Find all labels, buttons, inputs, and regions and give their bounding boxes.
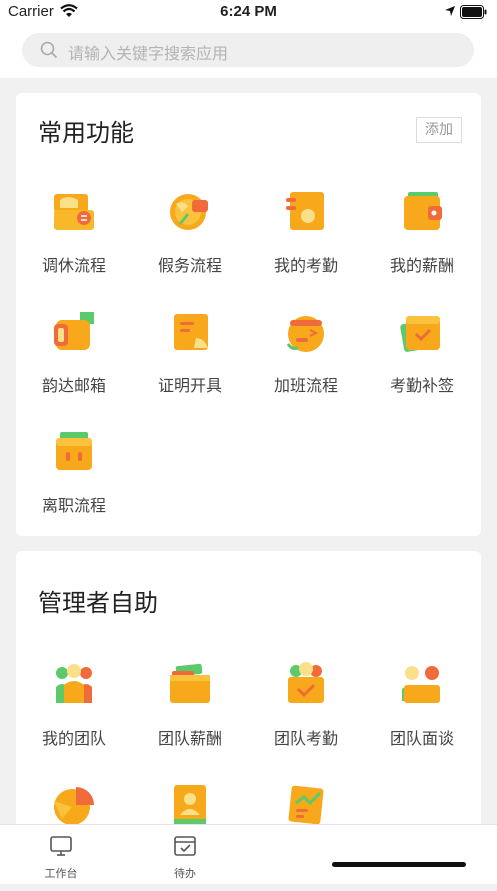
app-item-team-salary[interactable]: 团队薪酬	[132, 661, 248, 771]
salary-wallet-icon	[404, 192, 442, 230]
search-input[interactable]: 请输入关键字搜索应用	[22, 33, 474, 67]
app-label: 离职流程	[41, 496, 106, 515]
leave-exchange-icon	[54, 194, 94, 230]
app-label: 团队面谈	[389, 729, 454, 748]
tab-workbench[interactable]: 工作台	[26, 835, 96, 881]
report-chart-icon	[288, 785, 324, 825]
attendance-resign-icon	[400, 316, 440, 352]
resignation-icon	[56, 432, 92, 470]
app-label: 团队考勤	[273, 729, 338, 748]
home-indicator	[332, 862, 466, 867]
app-label: 团队薪酬	[157, 729, 222, 748]
tab-bar: 工作台 待办	[0, 824, 497, 884]
app-item-certificate[interactable]: 证明开具	[132, 308, 248, 418]
tab-todo[interactable]: 待办	[150, 835, 220, 881]
mailbox-icon	[54, 312, 94, 350]
section-title: 管理者自助	[38, 589, 158, 617]
tab-label: 待办	[174, 867, 196, 880]
app-item-attendance-resign[interactable]: 考勤补签	[364, 308, 480, 418]
clock: 6:24 PM	[220, 3, 277, 20]
app-item-overtime[interactable]: 加班流程	[248, 308, 364, 418]
team-icon	[56, 664, 92, 703]
overtime-icon	[286, 316, 324, 352]
search-placeholder: 请输入关键字搜索应用	[68, 44, 229, 63]
team-salary-icon	[170, 663, 210, 703]
pie-chart-icon	[54, 787, 94, 825]
app-label: 我的考勤	[273, 256, 338, 275]
app-label: 考勤补签	[389, 376, 454, 395]
monitor-icon	[50, 836, 72, 856]
tab-label: 工作台	[44, 867, 78, 880]
app-item-vacation[interactable]: 假务流程	[132, 188, 248, 298]
app-item-team-interview[interactable]: 团队面谈	[364, 661, 480, 771]
battery-icon	[460, 5, 487, 19]
app-label: 证明开具	[157, 376, 222, 395]
team-attendance-icon	[288, 662, 324, 703]
common-functions-card: 常用功能 添加 调休流程 假务流程 我的考勤 我的薪酬 韵达邮箱 证明开具 加班…	[16, 93, 481, 536]
app-label: 假务流程	[157, 256, 222, 275]
team-interview-icon	[402, 666, 440, 703]
app-label: 韵达邮箱	[41, 376, 106, 395]
app-item-team-attendance[interactable]: 团队考勤	[248, 661, 364, 771]
location-arrow-icon	[445, 6, 455, 16]
app-item-leave-exchange[interactable]: 调休流程	[16, 188, 132, 298]
manager-self-service-card: 管理者自助 我的团队 团队薪酬 团队考勤 团队面谈	[16, 551, 481, 851]
app-item-attendance[interactable]: 我的考勤	[248, 188, 364, 298]
profile-card-icon	[174, 785, 206, 825]
todo-check-icon	[174, 836, 196, 856]
section-title: 常用功能	[38, 119, 134, 147]
add-button[interactable]: 添加	[416, 117, 462, 143]
search-area: 请输入关键字搜索应用	[0, 26, 497, 78]
app-item-mailbox[interactable]: 韵达邮箱	[16, 308, 132, 418]
app-item-team[interactable]: 我的团队	[16, 661, 132, 771]
app-item-salary[interactable]: 我的薪酬	[364, 188, 480, 298]
attendance-icon	[286, 192, 324, 230]
status-bar: Carrier 6:24 PM	[0, 0, 497, 26]
app-label: 我的团队	[41, 729, 106, 748]
app-item-resignation[interactable]: 离职流程	[16, 428, 132, 538]
app-label: 我的薪酬	[389, 256, 454, 275]
certificate-icon	[174, 314, 208, 350]
app-label: 加班流程	[273, 376, 338, 395]
vacation-icon	[170, 194, 208, 230]
search-icon	[40, 41, 58, 59]
app-label: 调休流程	[41, 256, 106, 275]
